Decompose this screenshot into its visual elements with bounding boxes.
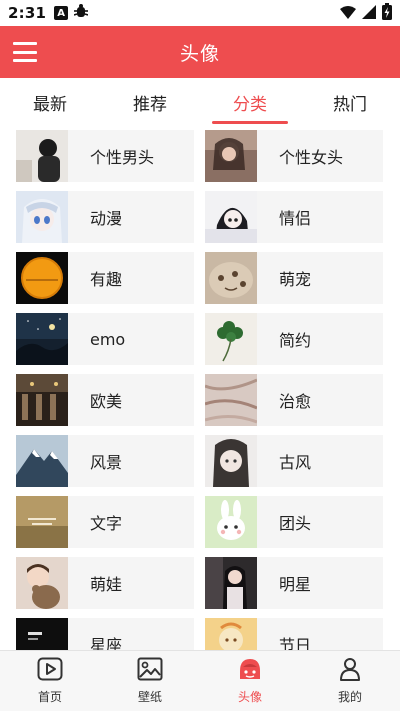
bottom-navigation: 首页 壁纸 头像 我的 — [0, 650, 400, 711]
category-tabs: 最新 推荐 分类 热门 — [0, 78, 400, 126]
boy-avatar-thumbnail — [16, 130, 68, 182]
page-title: 头像 — [179, 42, 220, 65]
menu-icon[interactable] — [12, 40, 38, 64]
user-profile-icon — [337, 657, 363, 685]
status-right-icons — [340, 2, 392, 24]
rabbit-thumbnail — [205, 496, 257, 548]
category-label: 个性男头 — [90, 148, 155, 167]
baby-thumbnail — [16, 557, 68, 609]
category-label: emo — [90, 329, 126, 349]
status-left-icons: A — [54, 3, 89, 23]
clover-thumbnail — [205, 313, 257, 365]
category-label: 古风 — [279, 453, 312, 472]
category-label: 团头 — [279, 514, 312, 533]
category-item-healing[interactable]: 治愈 — [205, 374, 383, 426]
nav-avatar[interactable]: 头像 — [200, 651, 300, 711]
orange-moon-thumbnail — [16, 252, 68, 304]
category-item-simple[interactable]: 简约 — [205, 313, 383, 365]
night-sky-thumbnail — [16, 313, 68, 365]
avatar-face-icon — [237, 657, 263, 685]
tab-hot[interactable]: 热门 — [300, 78, 400, 126]
bug-icon — [73, 3, 89, 23]
status-bar: 2:31 A — [0, 0, 400, 26]
zodiac-thumbnail — [16, 618, 68, 650]
battery-charging-icon — [382, 2, 392, 24]
ancient-style-thumbnail — [205, 435, 257, 487]
pet-thumbnail — [205, 252, 257, 304]
nav-wallpaper[interactable]: 壁纸 — [100, 651, 200, 711]
category-item-text[interactable]: 文字 — [16, 496, 194, 548]
category-item-boy[interactable]: 个性男头 — [16, 130, 194, 182]
text-scene-thumbnail — [16, 496, 68, 548]
category-label: 欧美 — [90, 392, 123, 411]
signal-icon — [362, 4, 376, 23]
category-label: 简约 — [279, 331, 312, 350]
category-item-group[interactable]: 团头 — [205, 496, 383, 548]
category-item-fun[interactable]: 有趣 — [16, 252, 194, 304]
image-icon — [137, 657, 163, 685]
category-item-couple[interactable]: 情侣 — [205, 191, 383, 243]
nav-wallpaper-label: 壁纸 — [137, 690, 162, 704]
holiday-thumbnail — [205, 618, 257, 650]
anime-thumbnail — [16, 191, 68, 243]
category-item-scenery[interactable]: 风景 — [16, 435, 194, 487]
nav-home-label: 首页 — [37, 690, 62, 704]
category-grid: 个性男头 个性女头 动漫 情侣 有趣 萌宠 emo 简约 欧美 治愈 风景 古风… — [0, 126, 400, 650]
celebrity-thumbnail — [205, 557, 257, 609]
mountain-thumbnail — [16, 435, 68, 487]
category-item-emo[interactable]: emo — [16, 313, 194, 365]
category-label: 有趣 — [90, 270, 123, 289]
nav-home[interactable]: 首页 — [0, 651, 100, 711]
nav-avatar-label: 头像 — [237, 690, 262, 704]
category-label: 文字 — [90, 514, 123, 533]
category-item-pet[interactable]: 萌宠 — [205, 252, 383, 304]
category-label: 个性女头 — [279, 148, 344, 167]
wifi-icon — [340, 4, 356, 23]
category-item-zodiac[interactable]: 星座 — [16, 618, 194, 650]
nav-mine[interactable]: 我的 — [300, 651, 400, 711]
category-label: 明星 — [279, 575, 312, 594]
category-label: 节日 — [279, 636, 312, 650]
marble-thumbnail — [205, 374, 257, 426]
tab-categories[interactable]: 分类 — [200, 78, 300, 126]
category-label: 动漫 — [90, 209, 123, 228]
category-item-baby[interactable]: 萌娃 — [16, 557, 194, 609]
anime-couple-thumbnail — [205, 191, 257, 243]
category-label: 萌娃 — [90, 575, 123, 594]
category-item-ancient[interactable]: 古风 — [205, 435, 383, 487]
category-label: 风景 — [90, 453, 123, 472]
category-item-celebrity[interactable]: 明星 — [205, 557, 383, 609]
tab-latest[interactable]: 最新 — [0, 78, 100, 126]
architecture-thumbnail — [16, 374, 68, 426]
app-header: 头像 — [0, 26, 400, 78]
A-badge-icon: A — [54, 6, 69, 20]
girl-avatar-thumbnail — [205, 130, 257, 182]
app-screen: 2:31 A 头像 最新 推荐 分类 热门 个性男头 个性女头 动漫 情侣 有趣… — [0, 0, 400, 711]
category-item-anime[interactable]: 动漫 — [16, 191, 194, 243]
category-item-holiday[interactable]: 节日 — [205, 618, 383, 650]
status-time: 2:31 — [8, 4, 47, 22]
category-label: 治愈 — [279, 392, 312, 411]
category-label: 星座 — [90, 636, 123, 650]
play-video-icon — [37, 657, 63, 685]
category-item-western[interactable]: 欧美 — [16, 374, 194, 426]
category-item-girl[interactable]: 个性女头 — [205, 130, 383, 182]
tab-recommended[interactable]: 推荐 — [100, 78, 200, 126]
category-label: 情侣 — [279, 209, 312, 228]
category-label: 萌宠 — [279, 270, 312, 289]
nav-mine-label: 我的 — [337, 690, 362, 704]
